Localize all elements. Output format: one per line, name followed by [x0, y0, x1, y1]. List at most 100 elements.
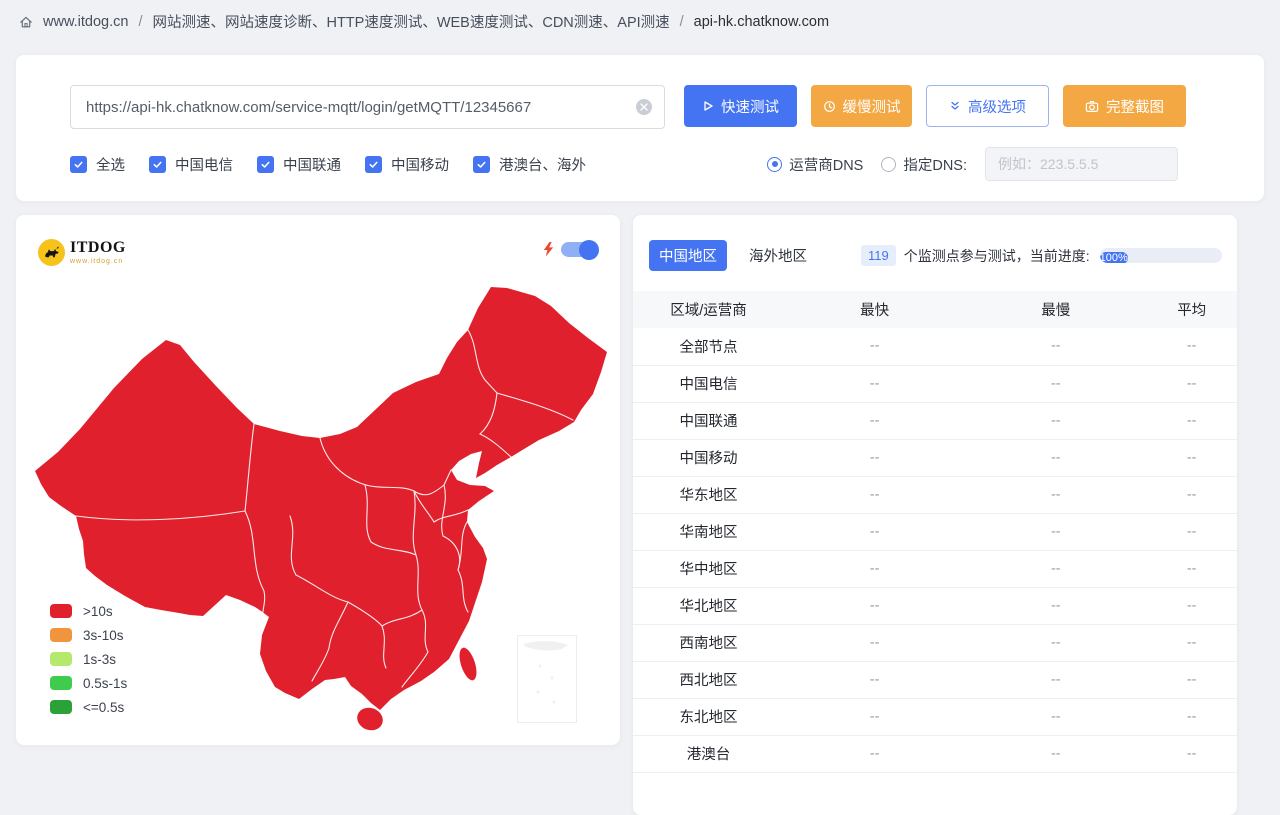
- value-cell: --: [784, 550, 965, 587]
- value-cell: --: [1146, 402, 1237, 439]
- breadcrumb-current: api-hk.chatknow.com: [694, 14, 829, 30]
- checkbox-label: 港澳台、海外: [499, 154, 586, 175]
- table-row: 中国联通------: [633, 402, 1237, 439]
- logo-subtitle: www.itdog.cn: [70, 258, 126, 265]
- region-cell: 中国移动: [633, 439, 784, 476]
- value-cell: --: [784, 439, 965, 476]
- url-input-wrap: [70, 85, 665, 129]
- region-cell: 西北地区: [633, 661, 784, 698]
- legend-item: 1s-3s: [50, 652, 127, 666]
- region-cell: 中国电信: [633, 365, 784, 402]
- checkbox-label: 中国移动: [391, 154, 449, 175]
- carrier-checkbox[interactable]: 中国电信: [149, 154, 233, 175]
- radio-unselected-icon: [881, 157, 896, 172]
- value-cell: --: [1146, 698, 1237, 735]
- value-cell: --: [1146, 587, 1237, 624]
- table-row: 华南地区------: [633, 513, 1237, 550]
- slow-test-button[interactable]: 缓慢测试: [811, 85, 912, 127]
- lightning-icon: [543, 242, 554, 257]
- legend-swatch: [50, 676, 72, 690]
- checkbox-check-icon: [473, 156, 490, 173]
- column-header: 最快: [784, 291, 965, 328]
- region-cell: 西南地区: [633, 624, 784, 661]
- custom-dns-radio[interactable]: 指定DNS:: [881, 154, 967, 175]
- logo-title: ITDOG: [70, 240, 126, 256]
- itdog-logo[interactable]: ITDOG www.itdog.cn: [38, 239, 126, 266]
- quick-test-button[interactable]: 快速测试: [684, 85, 797, 127]
- value-cell: --: [965, 550, 1146, 587]
- value-cell: --: [965, 735, 1146, 772]
- progress-bar: 100%: [1100, 248, 1222, 263]
- checkbox-label: 中国电信: [175, 154, 233, 175]
- dog-icon: [38, 239, 65, 266]
- table-row: 华中地区------: [633, 550, 1237, 587]
- carrier-checkbox[interactable]: 港澳台、海外: [473, 154, 586, 175]
- legend-label: 0.5s-1s: [83, 676, 127, 691]
- value-cell: --: [784, 698, 965, 735]
- value-cell: --: [784, 328, 965, 365]
- carrier-checkbox[interactable]: 中国联通: [257, 154, 341, 175]
- legend-item: 3s-10s: [50, 628, 127, 642]
- speed-mode-toggle: [543, 242, 598, 257]
- value-cell: --: [965, 661, 1146, 698]
- table-row: 西南地区------: [633, 624, 1237, 661]
- toggle-knob: [579, 240, 599, 260]
- value-cell: --: [965, 476, 1146, 513]
- value-cell: --: [784, 735, 965, 772]
- breadcrumb: www.itdog.cn / 网站测速、网站速度诊断、HTTP速度测试、WEB速…: [0, 0, 1280, 55]
- monitor-count-badge: 119: [861, 245, 896, 266]
- checkbox-check-icon: [70, 156, 87, 173]
- checkbox-check-icon: [257, 156, 274, 173]
- clock-icon: [823, 100, 836, 113]
- region-tabs: 中国地区海外地区: [649, 240, 817, 271]
- value-cell: --: [784, 365, 965, 402]
- advanced-options-button[interactable]: 高级选项: [926, 85, 1049, 127]
- radio-selected-icon: [767, 157, 782, 172]
- toggle-switch[interactable]: [561, 242, 598, 257]
- value-cell: --: [1146, 328, 1237, 365]
- legend-swatch: [50, 652, 72, 666]
- custom-dns-input[interactable]: [985, 147, 1178, 181]
- full-screenshot-button[interactable]: 完整截图: [1063, 85, 1186, 127]
- table-row: 东北地区------: [633, 698, 1237, 735]
- breadcrumb-section[interactable]: 网站测速、网站速度诊断、HTTP速度测试、WEB速度测试、CDN测速、API测速: [152, 11, 669, 32]
- tab-overseas-region[interactable]: 海外地区: [739, 240, 817, 271]
- carrier-dns-radio[interactable]: 运营商DNS: [767, 154, 863, 175]
- value-cell: --: [784, 624, 965, 661]
- url-input[interactable]: [70, 85, 665, 129]
- value-cell: --: [965, 402, 1146, 439]
- value-cell: --: [965, 624, 1146, 661]
- value-cell: --: [784, 402, 965, 439]
- double-chevron-down-icon: [949, 100, 961, 112]
- legend-item: 0.5s-1s: [50, 676, 127, 690]
- value-cell: --: [1146, 550, 1237, 587]
- carrier-checkbox[interactable]: 全选: [70, 154, 125, 175]
- region-cell: 华中地区: [633, 550, 784, 587]
- value-cell: --: [1146, 365, 1237, 402]
- value-cell: --: [965, 587, 1146, 624]
- clear-icon[interactable]: [636, 99, 652, 115]
- table-header-row: 区域/运营商最快最慢平均: [633, 291, 1237, 328]
- value-cell: --: [965, 328, 1146, 365]
- value-cell: --: [784, 476, 965, 513]
- breadcrumb-home[interactable]: www.itdog.cn: [43, 14, 128, 30]
- region-cell: 全部节点: [633, 328, 784, 365]
- table-row: 华东地区------: [633, 476, 1237, 513]
- legend-label: >10s: [83, 604, 113, 619]
- dns-options: 运营商DNS 指定DNS:: [767, 147, 1178, 181]
- test-form-card: 快速测试 缓慢测试 高级选项 完整截图 全选中国电: [16, 55, 1264, 201]
- carrier-checkbox[interactable]: 中国移动: [365, 154, 449, 175]
- map-panel: ITDOG www.itdog.cn: [16, 215, 620, 745]
- results-panel: 中国地区海外地区 119 个监测点参与测试，当前进度: 100% 区域/运营商最…: [633, 215, 1237, 815]
- legend-swatch: [50, 628, 72, 642]
- progress-fill: 100%: [1100, 252, 1128, 263]
- checkbox-check-icon: [149, 156, 166, 173]
- map-legend: >10s 3s-10s 1s-3s 0.5s-1s <=0.5s: [50, 604, 127, 714]
- tab-china-region[interactable]: 中国地区: [649, 240, 727, 271]
- legend-item: <=0.5s: [50, 700, 127, 714]
- legend-label: <=0.5s: [83, 700, 124, 715]
- south-china-sea-inset: [517, 635, 577, 723]
- checkbox-label: 中国联通: [283, 154, 341, 175]
- value-cell: --: [784, 513, 965, 550]
- region-cell: 东北地区: [633, 698, 784, 735]
